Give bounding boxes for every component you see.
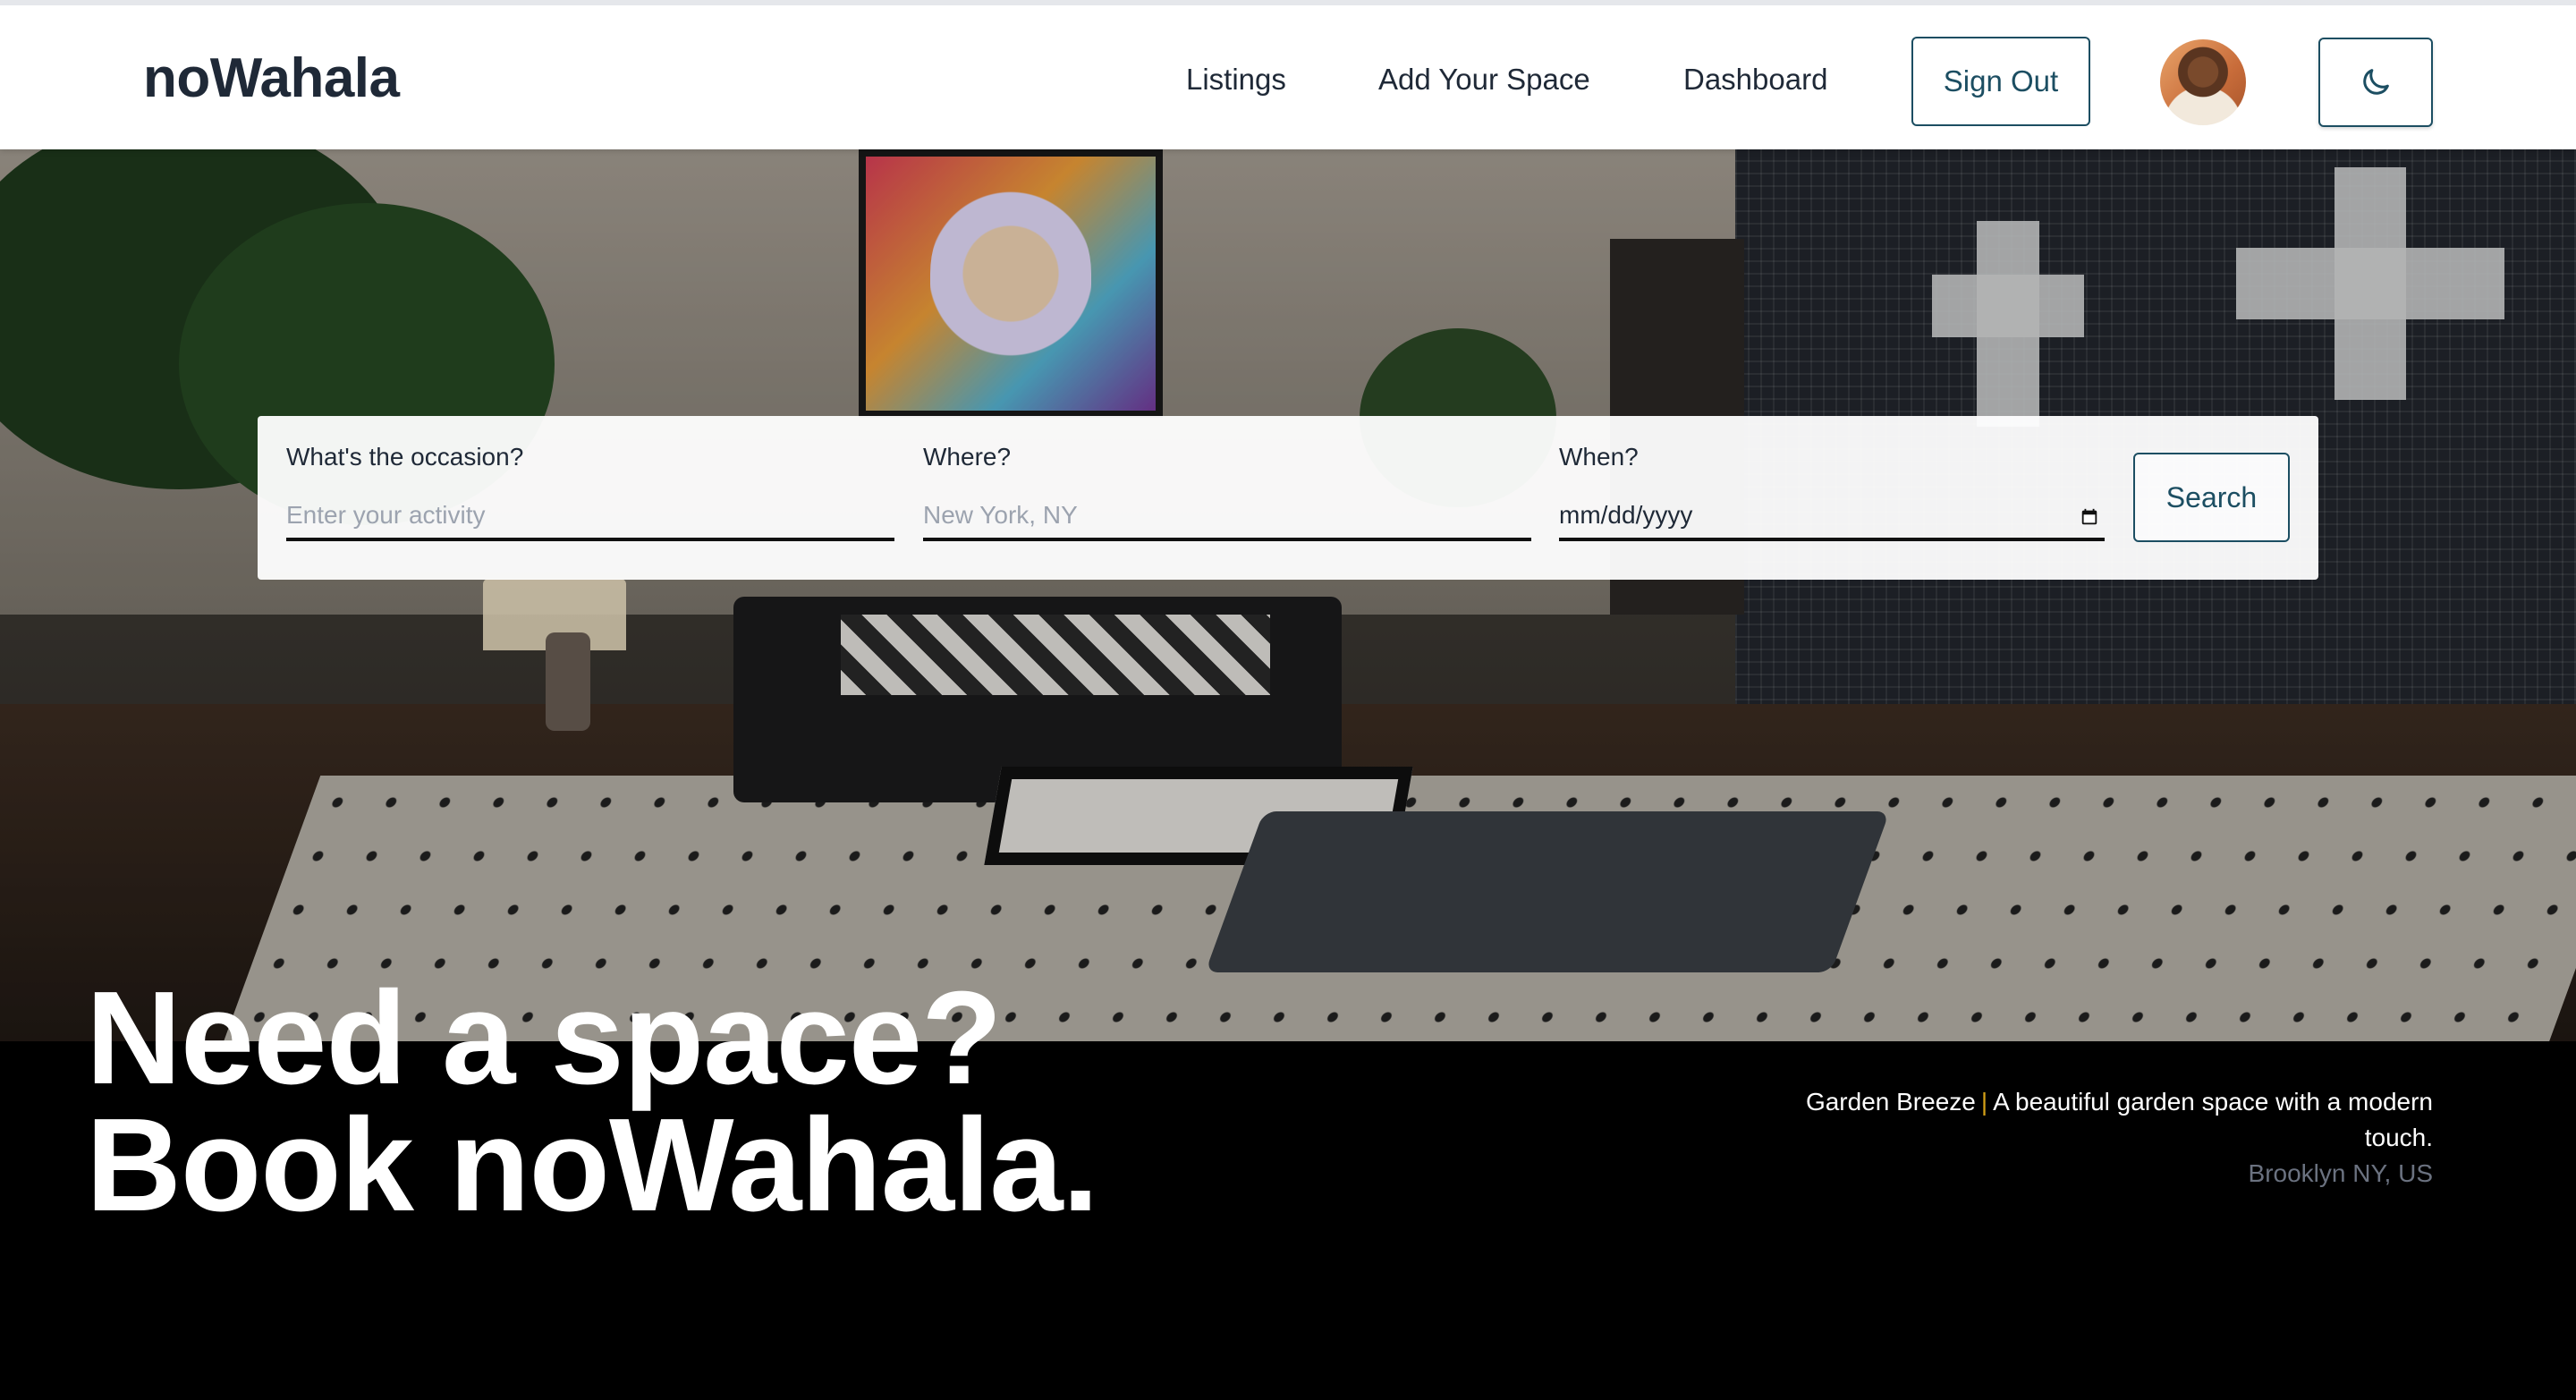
featured-space-name[interactable]: Garden Breeze [1806, 1088, 1976, 1116]
search-bar: What's the occasion? Where? When? mm/dd/… [258, 416, 2318, 580]
avatar[interactable] [2160, 39, 2246, 125]
hero-image [0, 149, 2576, 1044]
featured-space-caption: Garden Breeze | A beautiful garden space w… [1789, 1084, 2433, 1192]
where-field: Where? [923, 443, 1531, 550]
moon-icon [2363, 69, 2389, 95]
hero-headline-line2: Book noWahala. [86, 1091, 1099, 1239]
search-button[interactable]: Search [2133, 453, 2290, 542]
where-label: Where? [923, 443, 1012, 471]
date-input[interactable]: mm/dd/yyyy [1559, 493, 2105, 541]
caption-separator: | [1980, 1088, 1988, 1116]
brand-logo[interactable]: noWahala [143, 47, 400, 110]
theme-toggle-button[interactable] [2318, 38, 2433, 127]
sign-out-button[interactable]: Sign Out [1911, 37, 2090, 126]
top-navbar: noWahala Listings Add Your Space Dashboa… [0, 0, 2576, 149]
nav-link-dashboard[interactable]: Dashboard [1683, 63, 1827, 97]
nav-link-add-your-space[interactable]: Add Your Space [1378, 63, 1590, 97]
occasion-field: What's the occasion? [286, 443, 894, 550]
occasion-input[interactable] [286, 493, 894, 541]
calendar-icon[interactable] [2080, 507, 2099, 527]
hero-headline: Need a space? Book noWahala. [86, 972, 1099, 1232]
featured-space-description: A beautiful garden space with a modern t… [1993, 1088, 2433, 1151]
featured-space-location: Brooklyn NY, US [2248, 1159, 2433, 1187]
when-field: When? mm/dd/yyyy [1559, 443, 2105, 550]
when-label: When? [1559, 443, 1639, 471]
where-input[interactable] [923, 493, 1531, 541]
nav-link-listings[interactable]: Listings [1186, 63, 1286, 97]
hero-dim-overlay [0, 149, 2576, 1044]
occasion-label: What's the occasion? [286, 443, 524, 471]
hero-headline-line1: Need a space? [86, 964, 1003, 1112]
